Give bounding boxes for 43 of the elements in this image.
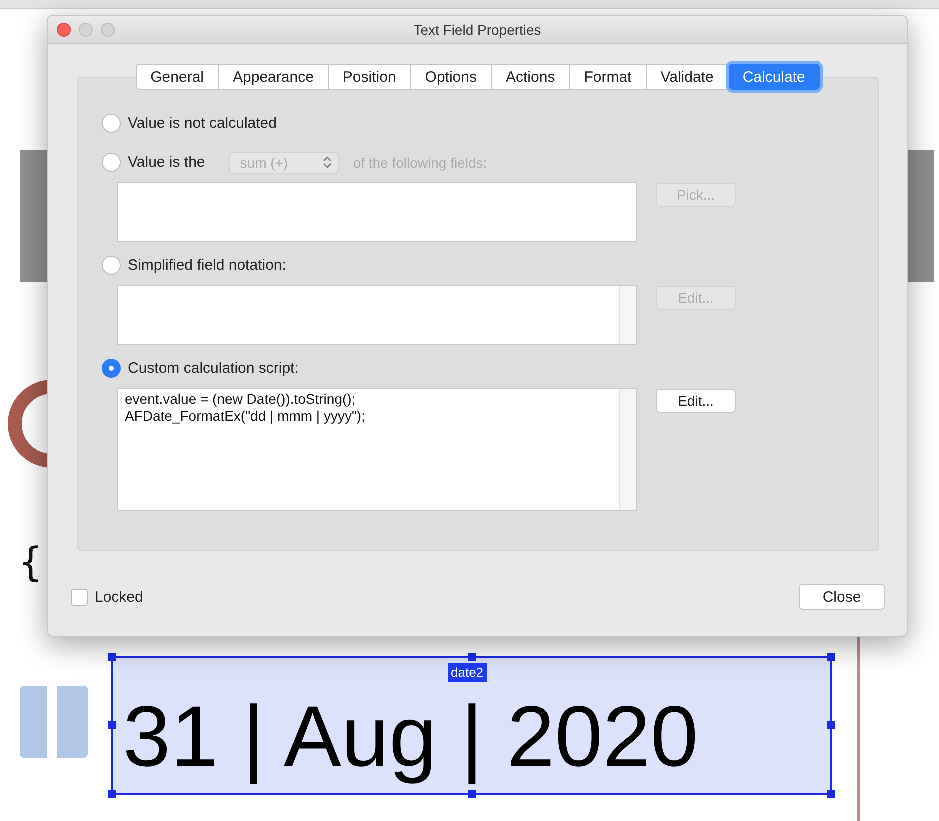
close-icon[interactable]: [57, 22, 71, 36]
minimize-icon[interactable]: [79, 22, 93, 36]
tab[interactable]: Position: [328, 64, 412, 90]
selected-form-field[interactable]: date2 31 | Aug | 2020: [111, 656, 832, 795]
resize-handle[interactable]: [827, 721, 835, 729]
script-text: event.value = (new Date()).toString(); AFDate_FormatEx("dd | mmm | yyyy");: [125, 391, 366, 425]
resize-handle[interactable]: [827, 790, 835, 798]
radio-button[interactable]: [102, 256, 121, 275]
tab[interactable]: Format: [570, 64, 647, 90]
resize-handle[interactable]: [108, 790, 116, 798]
text-area[interactable]: [117, 182, 637, 242]
edit-button[interactable]: Edit...: [656, 389, 736, 413]
option-label: Value is not calculated: [128, 115, 277, 132]
tab[interactable]: Calculate: [728, 64, 820, 90]
tab[interactable]: General: [136, 64, 220, 90]
close-button[interactable]: Close: [799, 584, 885, 610]
resize-handle[interactable]: [108, 653, 116, 661]
window-title: Text Field Properties: [414, 22, 542, 38]
checkbox[interactable]: [71, 588, 88, 606]
option-label: Value is the: [128, 154, 206, 171]
tab[interactable]: Options: [411, 64, 492, 90]
logo-fragment-drawing: [20, 686, 88, 758]
chevron-icon: [323, 156, 332, 169]
radio-button[interactable]: [102, 359, 121, 378]
radio-button[interactable]: [102, 153, 121, 172]
tab[interactable]: Actions: [492, 64, 570, 90]
resize-handle[interactable]: [827, 653, 835, 661]
tab[interactable]: Validate: [646, 64, 729, 90]
option-label: Custom calculation script:: [128, 360, 299, 377]
text-area[interactable]: event.value = (new Date()).toString(); AFDate_FormatEx("dd | mmm | yyyy");: [117, 388, 637, 511]
tab[interactable]: Appearance: [219, 64, 329, 90]
text-area[interactable]: [117, 285, 637, 345]
field-value: 31 | Aug | 2020: [123, 689, 699, 786]
resize-handle[interactable]: [468, 790, 476, 798]
document-text: {: [18, 540, 44, 586]
scrollbar-track: [619, 286, 636, 344]
resize-handle[interactable]: [468, 653, 476, 661]
option-label: Simplified field notation:: [128, 257, 286, 274]
checkbox-label: Locked: [95, 588, 144, 606]
field-name-tag: date2: [448, 663, 487, 682]
resize-handle[interactable]: [108, 721, 116, 729]
zoom-icon[interactable]: [101, 22, 115, 36]
radio-button[interactable]: [102, 114, 121, 133]
